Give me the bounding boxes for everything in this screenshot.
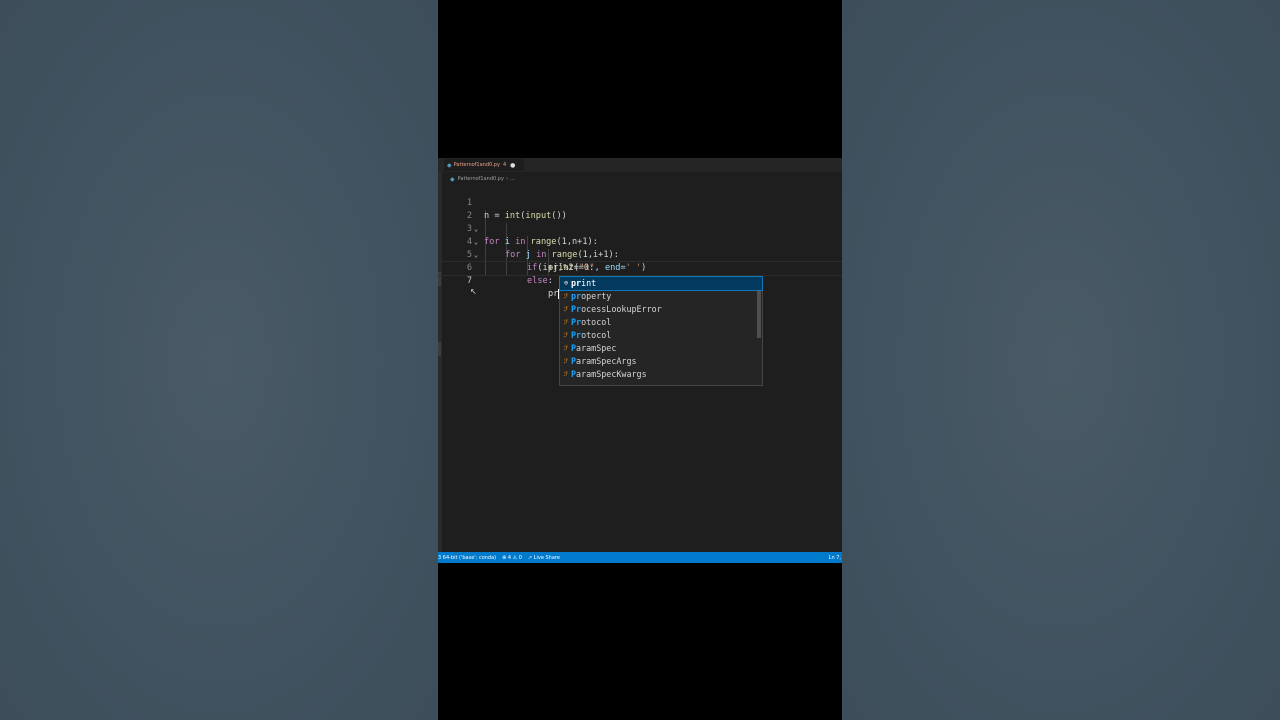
code-text: pr [548,288,560,299]
suggestion-rest: otocol [581,330,612,340]
class-icon: ℱ [563,306,569,313]
video-frame: ◆ Patternof1and0.py 4 ● ◆ Patternof1and0… [438,0,842,720]
suggestion-match: pr [571,291,582,301]
suggestion-match: Pr [571,304,582,314]
function-icon: ⊕ [563,279,569,287]
python-file-icon: ◆ [450,175,455,183]
live-share-label: Live Share [533,554,560,561]
breadcrumb-more[interactable]: ... [510,176,515,182]
suggestion-rest: ocessLookupError [581,304,662,314]
suggestion-rest: aramSpecKwargs [576,369,647,379]
cursor-position-status[interactable]: Ln 7, [829,555,841,561]
suggestion-item-paramspeckwargs[interactable]: ℱ ParamSpecKwargs [560,368,762,381]
suggestion-item-paramspecargs[interactable]: ℱ ParamSpecArgs [560,355,762,368]
class-icon: ℱ [563,332,569,339]
tab-error-count: 4 [502,162,507,168]
class-icon: ℱ [563,358,569,365]
suggestion-match: Pr [571,330,582,340]
tab-filename: Patternof1and0.py [453,162,500,168]
suggestion-item-processlookuperror[interactable]: ℱ Pr ocessLookupError [560,303,762,316]
suggestion-rest: otocol [581,317,612,327]
mouse-pointer-icon: ↖ [470,287,477,296]
python-file-icon: ◆ [447,161,452,169]
code-area[interactable]: 1 n = int(input()) 2 ⌄ for i in range(1,… [438,184,842,386]
live-share-button[interactable]: ↗ Live Share [528,555,560,561]
code-text: else: [527,276,553,286]
interpreter-status[interactable]: 3 64-bit ('base': conda) [438,555,496,561]
code-editor-window: ◆ Patternof1and0.py 4 ● ◆ Patternof1and0… [438,158,842,563]
suggestion-item-paramspec[interactable]: ℱ ParamSpec [560,342,762,355]
left-blurred-background [0,0,438,720]
suggestion-rest: aramSpec [576,343,617,353]
activity-marker[interactable] [438,342,441,356]
breadcrumb-file[interactable]: Patternof1and0.py [458,176,504,182]
suggestion-rest: operty [581,291,612,301]
suggestion-item-protocol[interactable]: ℱ Pr otocol [560,329,762,342]
class-icon: ℱ [563,293,569,300]
suggestion-match: pr [571,278,582,288]
suggestion-rest: aramSpecArgs [576,356,637,366]
right-blurred-background [842,0,1280,720]
code-line-6[interactable]: 6 else: [438,249,842,286]
autocomplete-suggestions[interactable]: ⊕ pr int ℱ pr operty ℱ Pr ocessLookupError … [559,276,763,386]
suggestion-match: Pr [571,317,582,327]
chevron-right-icon: › [505,176,508,182]
problems-status[interactable]: ⊗ 4 ⚠ 0 [502,555,522,561]
suggestion-item-protocol[interactable]: ℱ Pr otocol [560,316,762,329]
suggestion-item-property[interactable]: ℱ pr operty [560,290,762,303]
tab-patternof1and0[interactable]: ◆ Patternof1and0.py 4 ● [444,159,524,171]
code-line-3[interactable]: 3 ⌄ for j in range(1,i+1): [438,210,842,260]
status-bar: 3 64-bit ('base': conda) ⊗ 4 ⚠ 0 ↗ Live … [438,552,842,563]
unsaved-dot-icon[interactable]: ● [510,162,515,169]
code-line-7[interactable]: 7 pr [438,261,842,299]
class-icon: ℱ [563,371,569,378]
code-line-5[interactable]: 5 print("1", end=' ') [438,236,842,273]
code-line-2[interactable]: 2 ⌄ for i in range(1,n+1): [438,197,842,247]
code-line-1[interactable]: 1 n = int(input()) [438,184,842,221]
suggestion-rest: int [581,278,597,288]
class-icon: ℱ [563,345,569,352]
tab-bar: ◆ Patternof1and0.py 4 ● [438,158,842,172]
breadcrumb: ◆ Patternof1and0.py › ... [450,175,515,183]
code-line-4[interactable]: 4 ⌄ if(i+j)%2==0: [438,223,842,273]
class-icon: ℱ [563,319,569,326]
suggestion-item-print[interactable]: ⊕ pr int [559,276,763,291]
